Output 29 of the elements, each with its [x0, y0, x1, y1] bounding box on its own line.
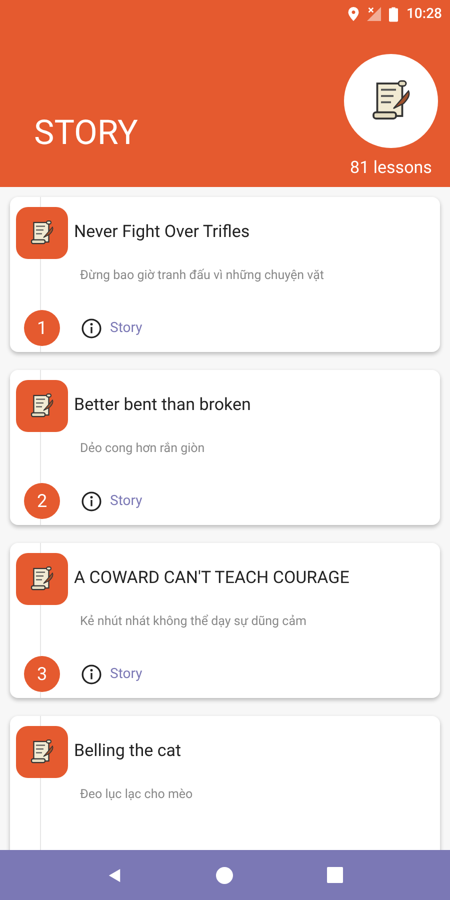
lesson-title: Better bent than broken [74, 394, 251, 418]
signal-icon [367, 7, 382, 21]
info-icon [81, 318, 102, 338]
lesson-subtitle: Đeo lục lạc cho mèo [80, 786, 194, 804]
lesson-subtitle: Đừng bao giờ tranh đấu vì những chuyện vặt [80, 267, 325, 285]
lesson-card[interactable]: Belling the cat Đeo lục lạc cho mèo [10, 716, 440, 850]
lesson-number: 2 [24, 483, 60, 519]
lesson-title: A COWARD CAN'T TEACH COURAGE [74, 567, 350, 590]
page-title: STORY [34, 112, 138, 155]
category-label: Story [110, 318, 142, 338]
category-label: Story [110, 492, 142, 510]
lesson-title: Never Fight Over Trifles [74, 221, 250, 244]
back-icon[interactable] [107, 868, 122, 882]
lesson-card[interactable]: Better bent than broken Dẻo cong hơn rắn giòn 2 Story [10, 370, 440, 525]
location-icon [348, 7, 360, 21]
lesson-count: 81 lessons [350, 156, 432, 180]
battery-icon [389, 6, 398, 22]
lesson-card[interactable]: Never Fight Over Trifles Đừng bao giờ tranh đấu vì những chuyện vặt 1 Story [10, 197, 440, 352]
lesson-number: 1 [24, 310, 60, 346]
info-icon [81, 490, 102, 512]
category-label: Story [110, 664, 142, 684]
lesson-title: Belling the cat [74, 740, 182, 764]
lesson-number: 3 [24, 656, 60, 692]
status-time: 10:28 [406, 4, 442, 24]
lesson-card[interactable]: A COWARD CAN'T TEACH COURAGE Kẻ nhút nhát không thể dạy sự dũng cảm 3 Story [10, 543, 440, 698]
lesson-subtitle: Kẻ nhút nhát không thể dạy sự dũng cảm [80, 613, 308, 631]
lesson-subtitle: Dẻo cong hơn rắn giòn [80, 440, 206, 458]
home-icon[interactable] [216, 866, 233, 884]
info-icon [81, 664, 102, 684]
